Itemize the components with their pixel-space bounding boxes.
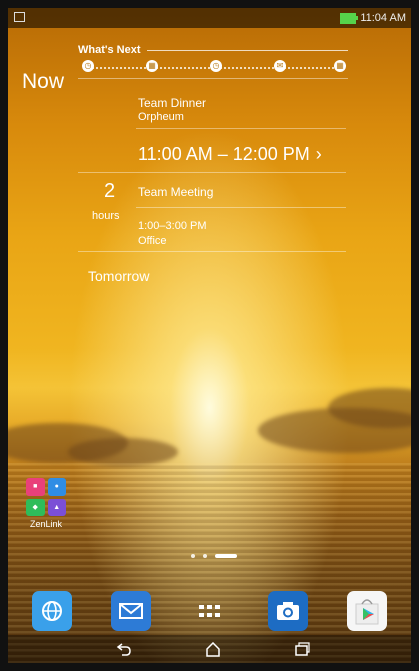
home-button[interactable] xyxy=(204,640,222,658)
clock-icon: ◷ xyxy=(82,60,94,72)
back-button[interactable] xyxy=(115,640,133,658)
chevron-right-icon: › xyxy=(315,144,322,164)
recent-apps-icon xyxy=(295,642,310,656)
camera-icon xyxy=(277,602,300,620)
clock-icon: ◷ xyxy=(210,60,222,72)
play-store-app-button[interactable] xyxy=(347,591,387,631)
camera-app-button[interactable] xyxy=(268,591,309,631)
folder-icon: ■ ● ◆ ▲ xyxy=(26,478,66,516)
timeline: ◷ ▦ ◷ ✉ ▦ xyxy=(78,58,348,78)
meeting-location: Office xyxy=(138,235,167,247)
status-time: 11:04 AM xyxy=(360,12,406,24)
navigation-bar xyxy=(8,635,411,663)
event-location: Orpheum xyxy=(138,111,184,123)
zenlink-folder[interactable]: ■ ● ◆ ▲ ZenLink xyxy=(24,478,68,529)
dock xyxy=(32,591,387,631)
notification-icon xyxy=(14,12,25,22)
battery-icon xyxy=(340,12,359,24)
tomorrow-label: Tomorrow xyxy=(88,268,150,284)
sea xyxy=(8,463,411,663)
countdown-unit: hours xyxy=(92,210,120,222)
wallpaper: 11:04 AM What's Next ◷ ▦ ◷ ✉ ▦ Now Team … xyxy=(8,8,411,663)
widget-title: What's Next xyxy=(78,44,141,56)
event-time: 11:00 AM – 12:00 PM xyxy=(138,144,310,164)
grid-icon xyxy=(198,605,220,617)
calendar-icon: ▦ xyxy=(146,60,158,72)
status-bar: 11:04 AM xyxy=(8,8,411,28)
folder-label: ZenLink xyxy=(29,519,63,529)
event-title[interactable]: Team Dinner xyxy=(138,96,206,110)
home-icon xyxy=(206,641,220,657)
meeting-time: 1:00–3:00 PM xyxy=(138,220,207,232)
browser-app-button[interactable] xyxy=(32,591,72,631)
recent-apps-button[interactable] xyxy=(293,640,311,658)
globe-icon xyxy=(42,601,62,621)
mail-app-button[interactable] xyxy=(110,591,151,631)
event-time-row[interactable]: 11:00 AM – 12:00 PM › xyxy=(138,144,322,165)
page-indicator xyxy=(191,554,237,558)
now-label: Now xyxy=(22,70,65,93)
all-apps-button[interactable] xyxy=(190,591,230,631)
device-frame: 11:04 AM What's Next ◷ ▦ ◷ ✉ ▦ Now Team … xyxy=(0,0,419,671)
back-icon xyxy=(116,643,131,656)
countdown-number: 2 xyxy=(104,180,116,202)
envelope-icon xyxy=(118,603,143,619)
shopping-bag-icon xyxy=(355,599,379,625)
calendar-icon: ▦ xyxy=(334,60,346,72)
mail-icon: ✉ xyxy=(274,60,286,72)
whats-next-widget[interactable]: What's Next ◷ ▦ ◷ ✉ ▦ xyxy=(78,44,348,79)
meeting-title[interactable]: Team Meeting xyxy=(138,185,213,199)
